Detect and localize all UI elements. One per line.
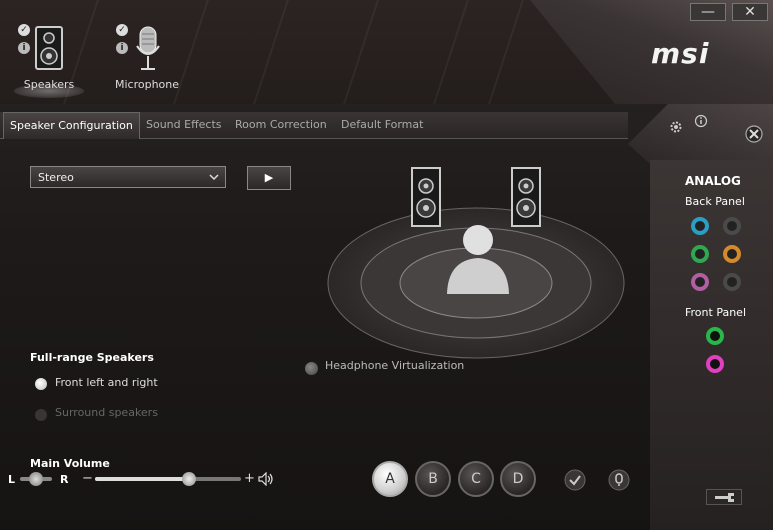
back-jack-blue[interactable] <box>691 217 709 235</box>
default-device-badge: ✓ <box>18 24 30 36</box>
front-left-right-radio[interactable] <box>35 378 47 390</box>
surround-speakers-label: Surround speakers <box>55 406 158 419</box>
full-range-title: Full-range Speakers <box>30 351 154 364</box>
profile-a-button[interactable]: A <box>372 461 408 497</box>
right-speaker-icon[interactable] <box>510 166 542 228</box>
msi-logo: msi <box>651 37 710 70</box>
analog-title: ANALOG <box>685 174 741 188</box>
audio-manager-window: — ✕ msi ✓ i Speakers ✓ i Microphone Spea… <box>0 0 773 530</box>
volume-plus: + <box>244 471 255 486</box>
connector-settings-icon[interactable] <box>745 125 763 143</box>
speaker-icon <box>35 26 63 70</box>
profile-d-button[interactable]: D <box>500 461 536 497</box>
back-jack-grey-1[interactable] <box>723 217 741 235</box>
gear-icon[interactable] <box>669 120 683 134</box>
wrench-icon <box>715 493 734 502</box>
volume-minus: − <box>82 471 93 486</box>
tab-sound-effects[interactable]: Sound Effects <box>140 112 228 138</box>
surround-speakers-radio <box>35 409 47 421</box>
listener-icon <box>447 225 509 294</box>
status-badge: i <box>18 42 30 54</box>
main-volume-label: Main Volume <box>30 457 110 470</box>
back-jack-orange[interactable] <box>723 245 741 263</box>
play-test-button[interactable]: ▶ <box>247 166 291 190</box>
apply-check-icon[interactable] <box>564 469 586 491</box>
headphone-virtualization-label: Headphone Virtualization <box>325 359 465 372</box>
device-tab-label: Microphone <box>114 78 180 91</box>
front-jack-pink[interactable] <box>706 355 724 373</box>
tab-default-format[interactable]: Default Format <box>335 112 429 138</box>
left-speaker-icon[interactable] <box>410 166 442 228</box>
speaker-config-dropdown[interactable]: Stereo <box>30 166 226 188</box>
headphone-virtualization-toggle[interactable] <box>305 362 318 375</box>
minimize-button[interactable]: — <box>690 3 726 21</box>
device-tab-microphone[interactable]: ✓ i Microphone <box>102 22 192 94</box>
settings-tabs: Speaker Configuration Sound Effects Room… <box>0 112 628 139</box>
status-badge: i <box>116 42 128 54</box>
main-volume-slider[interactable] <box>95 472 241 486</box>
close-button[interactable]: ✕ <box>732 3 768 21</box>
default-device-badge: ✓ <box>116 24 128 36</box>
reset-info-icon[interactable] <box>608 469 630 491</box>
back-jack-grey-2[interactable] <box>723 273 741 291</box>
device-tab-label: Speakers <box>23 78 75 91</box>
front-left-right-label: Front left and right <box>55 376 158 389</box>
back-jack-green[interactable] <box>691 245 709 263</box>
profile-c-button[interactable]: C <box>458 461 494 497</box>
tab-room-correction[interactable]: Room Correction <box>229 112 333 138</box>
balance-slider[interactable] <box>20 472 52 486</box>
wrench-settings-button[interactable] <box>706 489 742 505</box>
microphone-icon <box>136 26 160 70</box>
main-volume-thumb[interactable] <box>182 472 196 486</box>
device-tab-speakers[interactable]: ✓ i Speakers <box>4 22 94 98</box>
speaker-volume-icon[interactable] <box>258 472 274 486</box>
analog-connector-panel: ANALOG Back Panel Front Panel <box>650 160 773 530</box>
profile-b-button[interactable]: B <box>415 461 451 497</box>
info-icon[interactable] <box>694 114 708 128</box>
back-panel-title: Back Panel <box>685 195 745 208</box>
chevron-down-icon <box>209 174 219 181</box>
balance-slider-thumb[interactable] <box>29 472 43 486</box>
front-panel-title: Front Panel <box>685 306 746 319</box>
back-jack-pink[interactable] <box>691 273 709 291</box>
balance-left-label: L <box>8 473 16 486</box>
front-jack-green[interactable] <box>706 327 724 345</box>
balance-right-label: R <box>60 473 69 486</box>
tab-speaker-configuration[interactable]: Speaker Configuration <box>3 112 140 139</box>
dropdown-value: Stereo <box>38 171 74 184</box>
